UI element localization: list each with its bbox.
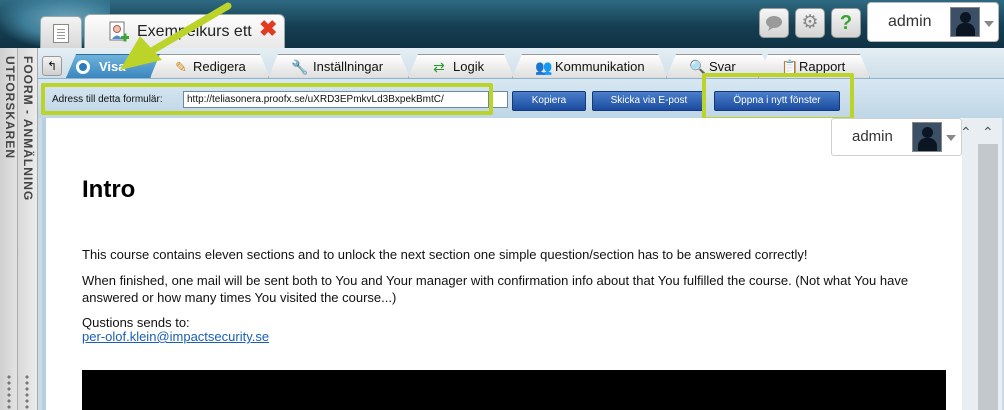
chevron-up-icon[interactable]: ⌃	[982, 124, 994, 141]
tab-label: Logik	[453, 59, 485, 74]
tab-kommunikation[interactable]: 👥 Kommunikation	[512, 54, 668, 78]
back-button[interactable]: ↰	[42, 56, 62, 76]
main-panel: ↰ Visa ✎ Redigera 🔧 Inställningar ⇄ Logi…	[38, 48, 1004, 410]
tab-label: Visa	[99, 59, 126, 74]
form-label: FOORM - ANMÄLNING	[21, 56, 35, 202]
tab-logik[interactable]: ⇄ Logik	[408, 54, 514, 78]
avatar	[950, 7, 980, 37]
tab-label: Rapport	[799, 59, 846, 74]
send-email-button[interactable]: Skicka via E-post	[592, 91, 706, 111]
close-icon[interactable]: ✖	[259, 18, 277, 40]
resize-grip[interactable]	[24, 374, 30, 410]
explorer-label: UTFORSKAREN	[3, 56, 17, 159]
tab-label: Inställningar	[313, 59, 384, 74]
settings-button[interactable]: ⚙	[795, 8, 825, 38]
tab-label: Kommunikation	[555, 59, 645, 74]
logic-arrows-icon: ⇄	[433, 59, 445, 75]
page-title: Intro	[82, 176, 136, 203]
course-tab-title: Exempelkurs ett	[137, 23, 252, 40]
app-topbar: Exempelkurs ett ✖ ⚙ ? admin	[0, 0, 1004, 48]
back-arrow-icon: ↰	[46, 59, 58, 73]
user-name: admin	[888, 13, 932, 30]
info-paragraph: When finished, one mail will be sent bot…	[82, 273, 909, 305]
tab-redigera[interactable]: ✎ Redigera	[150, 54, 270, 78]
document-tab[interactable]	[40, 16, 82, 48]
people-icon: 👥	[535, 59, 553, 75]
preview-frame: admin Intro This course contains eleven …	[42, 118, 1002, 410]
button-highlight	[702, 73, 854, 121]
chevron-down-icon	[946, 135, 956, 141]
help-icon: ?	[839, 12, 853, 34]
chevron-down-icon	[984, 21, 994, 27]
user-name: admin	[852, 128, 893, 145]
contact-email-link[interactable]: per-olof.klein@impactsecurity.se	[82, 328, 269, 345]
tab-label: Redigera	[193, 59, 246, 74]
scroll-area: ⌃ ⌃	[960, 118, 1002, 410]
view-icon	[75, 59, 91, 75]
avatar	[912, 122, 942, 152]
course-tab[interactable]: Exempelkurs ett ✖	[84, 14, 285, 48]
preview-user-menu[interactable]: admin	[831, 118, 962, 156]
form-preview: admin Intro This course contains eleven …	[46, 118, 966, 410]
user-menu[interactable]: admin	[867, 2, 999, 42]
share-toolbar: Adress till detta formulär: Kopiera Skic…	[38, 73, 1004, 121]
help-button[interactable]: ?	[831, 8, 861, 38]
user-add-icon	[109, 21, 129, 42]
intro-paragraph: This course contains eleven sections and…	[82, 247, 808, 262]
scrollbar[interactable]	[978, 144, 998, 410]
chat-button[interactable]	[759, 8, 789, 38]
wrench-icon: 🔧	[291, 59, 309, 75]
explorer-sidebar[interactable]: UTFORSKAREN	[0, 48, 18, 410]
chat-icon	[766, 16, 782, 31]
tab-bar: ↰ Visa ✎ Redigera 🔧 Inställningar ⇄ Logi…	[38, 48, 1004, 78]
video-player[interactable]	[82, 370, 946, 410]
address-highlight	[41, 83, 493, 115]
form-sidebar[interactable]: FOORM - ANMÄLNING	[18, 48, 38, 410]
gear-icon: ⚙	[801, 12, 819, 33]
resize-grip[interactable]	[6, 374, 12, 410]
pencil-icon: ✎	[175, 59, 187, 75]
tab-label: Svar	[709, 59, 736, 74]
address-extra-field[interactable]	[492, 91, 508, 108]
chevron-up-icon[interactable]: ⌃	[960, 124, 972, 141]
tab-installningar[interactable]: 🔧 Inställningar	[268, 54, 410, 78]
document-icon	[53, 24, 69, 43]
copy-button[interactable]: Kopiera	[512, 91, 586, 111]
